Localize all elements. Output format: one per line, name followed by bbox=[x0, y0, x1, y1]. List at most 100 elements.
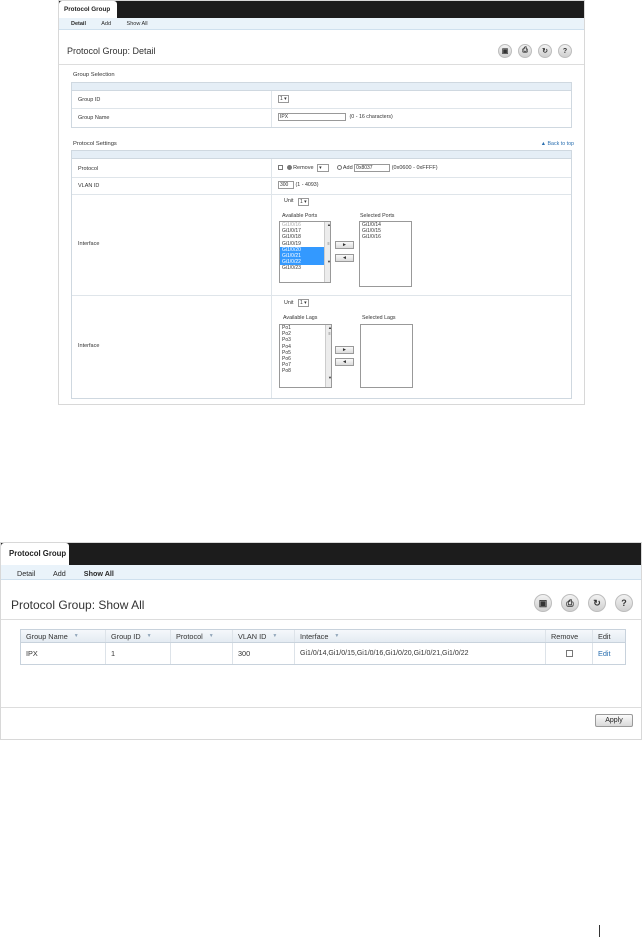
lag-unit-label: Unit bbox=[284, 300, 294, 306]
subnav-add[interactable]: Add bbox=[53, 569, 66, 578]
remove-checkbox[interactable] bbox=[565, 650, 573, 657]
group-id-label: Group ID bbox=[78, 97, 101, 103]
page-title: Protocol Group: Detail bbox=[67, 46, 156, 56]
tab-protocol-group[interactable]: Protocol Group bbox=[59, 1, 117, 18]
column-interface[interactable]: Interface ▼ bbox=[295, 630, 546, 642]
subnav-detail[interactable]: Detail bbox=[71, 21, 86, 27]
list-item[interactable]: Gi1/0/23 bbox=[280, 265, 330, 271]
protocol-row: Protocol Remove ▾ Add 0x8037 (0x0600 - 0… bbox=[72, 159, 571, 178]
refresh-icon[interactable]: ↻ bbox=[538, 44, 552, 58]
cell-group-name: IPX bbox=[21, 643, 106, 664]
remove-select[interactable]: ▾ bbox=[317, 164, 330, 172]
print-icon[interactable]: ⎙ bbox=[518, 44, 532, 58]
column-vlan-id[interactable]: VLAN ID ▼ bbox=[233, 630, 295, 642]
vlan-id-input[interactable]: 300 bbox=[278, 181, 294, 189]
group-name-input[interactable]: IPX bbox=[278, 113, 346, 121]
vlan-row: VLAN ID 300 (1 - 4093) bbox=[72, 178, 571, 195]
apply-button[interactable]: Apply bbox=[595, 714, 633, 727]
move-left-button[interactable]: ◄ bbox=[335, 254, 354, 262]
sort-icon: ▼ bbox=[208, 633, 214, 639]
protocol-group-detail-panel: Protocol Group Detail Add Show All Proto… bbox=[58, 0, 585, 405]
cell-vlan-id: 300 bbox=[233, 643, 295, 664]
column-group-name[interactable]: Group Name ▼ bbox=[21, 630, 106, 642]
protocol-settings-box: Protocol Remove ▾ Add 0x8037 (0x0600 - 0… bbox=[71, 150, 572, 399]
list-item[interactable]: Gi1/0/16 bbox=[360, 234, 411, 240]
vlan-id-hint: (1 - 4093) bbox=[295, 182, 319, 188]
table-row: IPX 1 300 Gi1/0/14,Gi1/0/15,Gi1/0/16,Gi1… bbox=[21, 643, 625, 664]
add-radio[interactable] bbox=[336, 165, 342, 171]
sort-icon: ▼ bbox=[146, 633, 152, 639]
selected-ports-list[interactable]: Gi1/0/14 Gi1/0/15 Gi1/0/16 bbox=[359, 221, 412, 287]
group-name-hint: (0 - 16 characters) bbox=[349, 114, 393, 120]
add-label: Add bbox=[342, 165, 353, 171]
interface-ports-row: Interface Unit 1 ▾ Available Ports Selec… bbox=[72, 195, 571, 296]
group-id-row: Group ID 1 ▾ bbox=[72, 91, 571, 109]
page-title: Protocol Group: Show All bbox=[11, 598, 145, 612]
unit-select[interactable]: 1 ▾ bbox=[298, 198, 309, 206]
protocol-group-table: Group Name ▼ Group ID ▼ Protocol ▼ VLAN ID ▼… bbox=[20, 629, 626, 665]
column-group-id[interactable]: Group ID ▼ bbox=[106, 630, 171, 642]
tab-bar: Protocol Group bbox=[1, 543, 641, 565]
move-right-lag-button[interactable]: ► bbox=[335, 346, 354, 354]
subnav-detail[interactable]: Detail bbox=[17, 569, 35, 578]
vlan-id-label: VLAN ID bbox=[78, 183, 100, 189]
help-icon[interactable]: ? bbox=[615, 594, 633, 612]
column-edit: Edit bbox=[598, 631, 611, 641]
column-remove: Remove bbox=[546, 630, 593, 642]
protocol-group-show-all-panel: Protocol Group Detail Add Show All Proto… bbox=[0, 542, 642, 740]
tab-protocol-group[interactable]: Protocol Group bbox=[1, 543, 69, 565]
protocol-settings-title: Protocol Settings bbox=[73, 141, 117, 147]
scrollbar[interactable]: ▲ ≡ ▼ bbox=[325, 325, 331, 387]
cell-edit: Edit bbox=[593, 643, 627, 664]
subnav-add[interactable]: Add bbox=[101, 21, 111, 27]
interface-label: Interface bbox=[78, 241, 100, 247]
add-protocol-input[interactable]: 0x8037 bbox=[354, 164, 391, 172]
sort-icon: ▼ bbox=[272, 633, 278, 639]
column-protocol[interactable]: Protocol ▼ bbox=[171, 630, 233, 642]
available-lags-list[interactable]: Po1 Po2 Po3 Po4 Po5 Po6 Po7 Po8 ▲ ≡ ▼ bbox=[279, 324, 332, 388]
remove-radio[interactable] bbox=[286, 165, 292, 171]
save-icon[interactable]: ▣ bbox=[498, 44, 512, 58]
subnav-show-all[interactable]: Show All bbox=[84, 569, 114, 578]
cell-group-id: 1 bbox=[106, 643, 171, 664]
protocol-hint: (0x0600 - 0xFFFF) bbox=[391, 165, 438, 171]
group-selection-box: Group ID 1 ▾ Group Name IPX (0 - 16 char… bbox=[71, 82, 572, 128]
move-right-button[interactable]: ► bbox=[335, 241, 354, 249]
sort-icon: ▼ bbox=[334, 633, 340, 639]
remove-label: Remove bbox=[293, 165, 314, 171]
available-lags-label: Available Lags bbox=[283, 315, 318, 321]
protocol-label: Protocol bbox=[78, 166, 99, 172]
toolbar-icons: ▣ ⎙ ↻ ? bbox=[534, 594, 633, 612]
group-name-row: Group Name IPX (0 - 16 characters) bbox=[72, 109, 571, 127]
group-name-label: Group Name bbox=[78, 115, 110, 121]
list-item[interactable]: Po8 bbox=[280, 368, 331, 374]
lag-unit-select[interactable]: 1 ▾ bbox=[298, 299, 309, 307]
arrow-up-icon: ▲ bbox=[540, 141, 547, 147]
scrollbar[interactable]: ▲ ≡ ▼ bbox=[324, 222, 330, 282]
page-margin-bar bbox=[599, 925, 600, 937]
help-icon[interactable]: ? bbox=[558, 44, 572, 58]
selected-lags-list[interactable] bbox=[360, 324, 413, 388]
unit-label: Unit bbox=[284, 198, 294, 204]
selected-lags-label: Selected Lags bbox=[362, 315, 396, 321]
edit-link[interactable]: Edit bbox=[598, 649, 611, 658]
available-ports-list[interactable]: Gi1/0/16 Gi1/0/17 Gi1/0/18 Gi1/0/19 Gi1/… bbox=[279, 221, 331, 283]
protocol-checkbox[interactable] bbox=[278, 165, 283, 171]
selected-ports-label: Selected Ports bbox=[360, 213, 395, 219]
toolbar-icons: ▣ ⎙ ↻ ? bbox=[498, 44, 572, 58]
available-ports-label: Available Ports bbox=[282, 213, 318, 219]
subnav-show-all[interactable]: Show All bbox=[127, 21, 148, 27]
move-left-lag-button[interactable]: ◄ bbox=[335, 358, 354, 366]
print-icon[interactable]: ⎙ bbox=[561, 594, 579, 612]
sub-navigation: Detail Add Show All bbox=[1, 565, 641, 580]
refresh-icon[interactable]: ↻ bbox=[588, 594, 606, 612]
group-id-select[interactable]: 1 ▾ bbox=[278, 95, 289, 103]
interface-lags-row: Interface Unit 1 ▾ Available Lags Select… bbox=[72, 296, 571, 398]
sort-icon: ▼ bbox=[73, 633, 79, 639]
cell-interface: Gi1/0/14,Gi1/0/15,Gi1/0/16,Gi1/0/20,Gi1/… bbox=[295, 643, 546, 664]
sub-navigation: Detail Add Show All bbox=[59, 18, 584, 30]
save-icon[interactable]: ▣ bbox=[534, 594, 552, 612]
group-selection-title: Group Selection bbox=[73, 72, 115, 78]
interface-lags-label: Interface bbox=[78, 343, 100, 349]
back-to-top-link[interactable]: ▲ Back to top bbox=[541, 141, 574, 147]
